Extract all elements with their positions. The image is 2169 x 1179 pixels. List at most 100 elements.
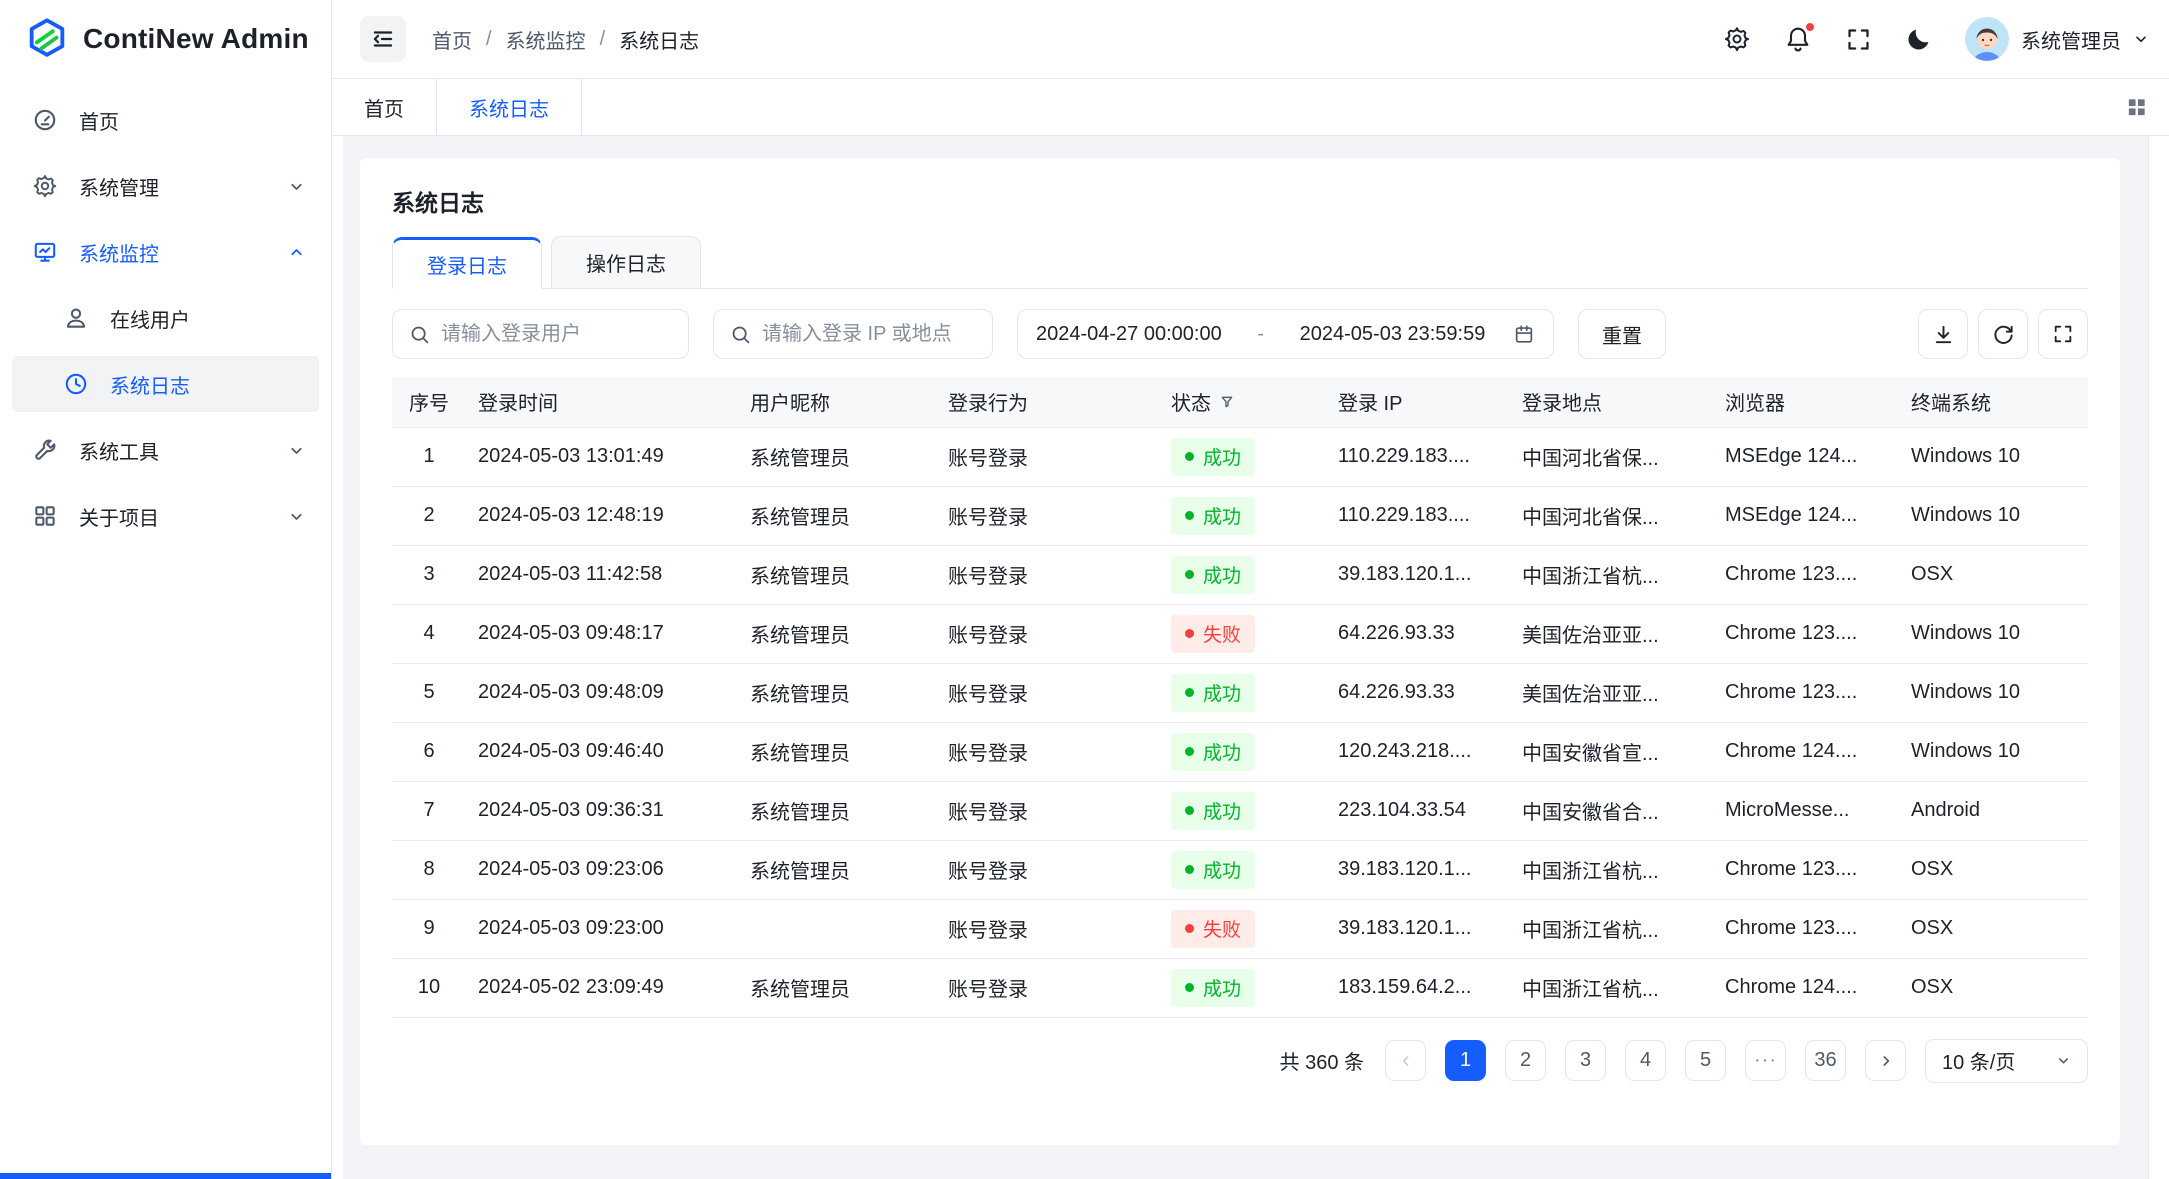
sidebar-item-about-project[interactable]: 关于项目	[12, 488, 319, 544]
table-row: 62024-05-03 09:46:40系统管理员账号登录成功120.243.2…	[392, 722, 2088, 781]
cell-action: 账号登录	[948, 899, 1171, 958]
pagination-prev-button[interactable]	[1385, 1040, 1426, 1081]
cell-action: 账号登录	[948, 427, 1171, 486]
login-user-search[interactable]	[392, 309, 689, 359]
sidebar-bottom-accent	[0, 1173, 331, 1179]
sidebar-item-system-management[interactable]: 系统管理	[12, 158, 319, 214]
cell-action: 账号登录	[948, 545, 1171, 604]
system-log-card: 系统日志 登录日志 操作日志	[360, 158, 2120, 1145]
avatar	[1965, 17, 2009, 61]
cell-os: Windows 10	[1911, 604, 2088, 663]
scrollbar-gutter[interactable]	[2148, 136, 2169, 1179]
status-header-label: 状态	[1171, 387, 1211, 416]
col-header-nickname: 用户昵称	[750, 377, 948, 427]
cell-index: 5	[392, 663, 478, 722]
tab-list-grid-icon[interactable]	[2125, 96, 2148, 119]
table-row: 72024-05-03 09:36:31系统管理员账号登录成功223.104.3…	[392, 781, 2088, 840]
cell-status: 失败	[1171, 604, 1338, 663]
tools-icon	[32, 437, 58, 463]
cell-login-time: 2024-05-03 09:23:00	[478, 899, 750, 958]
pagination-total: 共 360 条	[1280, 1046, 1364, 1075]
cell-browser: Chrome 123....	[1725, 604, 1911, 663]
download-icon[interactable]	[1918, 309, 1968, 359]
login-user-input[interactable]	[441, 323, 672, 346]
status-filter-icon[interactable]	[1219, 394, 1235, 410]
cell-status: 成功	[1171, 781, 1338, 840]
breadcrumb-home[interactable]: 首页	[432, 25, 472, 54]
sidebar-item-label: 系统监控	[79, 238, 159, 267]
dark-mode-moon-icon[interactable]	[1905, 26, 1932, 53]
page-button-2[interactable]: 2	[1505, 1040, 1546, 1081]
page-button-1[interactable]: 1	[1445, 1040, 1486, 1081]
cell-nickname: 系统管理员	[750, 781, 948, 840]
tab-login-log[interactable]: 登录日志	[392, 237, 542, 289]
notification-badge-dot	[1804, 21, 1816, 33]
page-button-3[interactable]: 3	[1565, 1040, 1606, 1081]
page-button-4[interactable]: 4	[1625, 1040, 1666, 1081]
pagination-more-button[interactable]: ···	[1745, 1040, 1786, 1081]
page-button-5[interactable]: 5	[1685, 1040, 1726, 1081]
refresh-icon[interactable]	[1978, 309, 2028, 359]
date-range-picker[interactable]: 2024-04-27 00:00:00 - 2024-05-03 23:59:5…	[1017, 309, 1554, 359]
sidebar-item-online-users[interactable]: 在线用户	[12, 290, 319, 346]
sidebar-item-system-tools[interactable]: 系统工具	[12, 422, 319, 478]
cell-os: OSX	[1911, 958, 2088, 1017]
user-menu[interactable]: 系统管理员	[1965, 17, 2149, 61]
notification-bell-icon[interactable]	[1784, 25, 1812, 53]
page-tab-home[interactable]: 首页	[332, 79, 437, 135]
table-row: 92024-05-03 09:23:00账号登录失败39.183.120.1..…	[392, 899, 2088, 958]
table-row: 32024-05-03 11:42:58系统管理员账号登录成功39.183.12…	[392, 545, 2088, 604]
cell-os: OSX	[1911, 840, 2088, 899]
brand-icon	[24, 16, 70, 62]
sidebar-item-label: 在线用户	[110, 304, 190, 333]
cell-ip: 39.183.120.1...	[1338, 899, 1522, 958]
chevron-up-icon	[288, 244, 305, 261]
table-row: 12024-05-03 13:01:49系统管理员账号登录成功110.229.1…	[392, 427, 2088, 486]
breadcrumb-system-monitor[interactable]: 系统监控	[506, 25, 586, 54]
sidebar-item-system-log[interactable]: 系统日志	[12, 356, 319, 412]
cell-login-time: 2024-05-03 11:42:58	[478, 545, 750, 604]
sidebar-item-home[interactable]: 首页	[12, 92, 319, 148]
user-name: 系统管理员	[2021, 25, 2121, 54]
sidebar-collapse-button[interactable]	[360, 16, 406, 62]
cell-index: 9	[392, 899, 478, 958]
app-logo: ContiNew Admin	[0, 0, 331, 78]
page-button-36[interactable]: 36	[1805, 1040, 1846, 1081]
cell-os: OSX	[1911, 545, 2088, 604]
sidebar-menu: 首页 系统管理 系统监控	[0, 78, 331, 554]
topbar-actions: 系统管理员	[1723, 17, 2149, 61]
settings-icon[interactable]	[1723, 25, 1751, 53]
table-row: 102024-05-02 23:09:49系统管理员账号登录成功183.159.…	[392, 958, 2088, 1017]
sidebar-item-label: 系统日志	[110, 370, 190, 399]
page-tab-system-log[interactable]: 系统日志	[437, 79, 582, 135]
fullscreen-icon[interactable]	[1845, 26, 1872, 53]
sidebar-item-system-monitor[interactable]: 系统监控	[12, 224, 319, 280]
cell-nickname: 系统管理员	[750, 663, 948, 722]
cell-browser: Chrome 124....	[1725, 722, 1911, 781]
tab-operation-log[interactable]: 操作日志	[551, 236, 701, 288]
cell-login-time: 2024-05-03 09:48:09	[478, 663, 750, 722]
page-size-select[interactable]: 10 条/页	[1925, 1039, 2088, 1083]
pagination: 共 360 条 12345 ··· 36 10 条/页	[392, 1039, 2088, 1083]
cell-status: 成功	[1171, 486, 1338, 545]
calendar-icon	[1513, 323, 1535, 345]
status-badge-success: 成功	[1171, 497, 1255, 535]
col-header-ip: 登录 IP	[1338, 377, 1522, 427]
login-ip-search[interactable]	[713, 309, 993, 359]
cell-ip: 64.226.93.33	[1338, 604, 1522, 663]
table-row: 42024-05-03 09:48:17系统管理员账号登录失败64.226.93…	[392, 604, 2088, 663]
date-end: 2024-05-03 23:59:59	[1300, 323, 1486, 346]
sidebar-item-label: 首页	[79, 106, 119, 135]
breadcrumb-separator: /	[600, 28, 606, 51]
table-fullscreen-icon[interactable]	[2038, 309, 2088, 359]
pagination-next-button[interactable]	[1865, 1040, 1906, 1081]
cell-action: 账号登录	[948, 781, 1171, 840]
login-ip-input[interactable]	[762, 323, 976, 346]
reset-button[interactable]: 重置	[1578, 309, 1666, 359]
sidebar-item-label: 系统工具	[79, 436, 159, 465]
login-log-table: 序号 登录时间 用户昵称 登录行为 状态	[392, 377, 2088, 1018]
breadcrumb-current: 系统日志	[619, 25, 699, 54]
cell-browser: Chrome 123....	[1725, 899, 1911, 958]
sidebar-item-label: 系统管理	[79, 172, 159, 201]
cell-location: 中国安徽省宣...	[1522, 722, 1725, 781]
